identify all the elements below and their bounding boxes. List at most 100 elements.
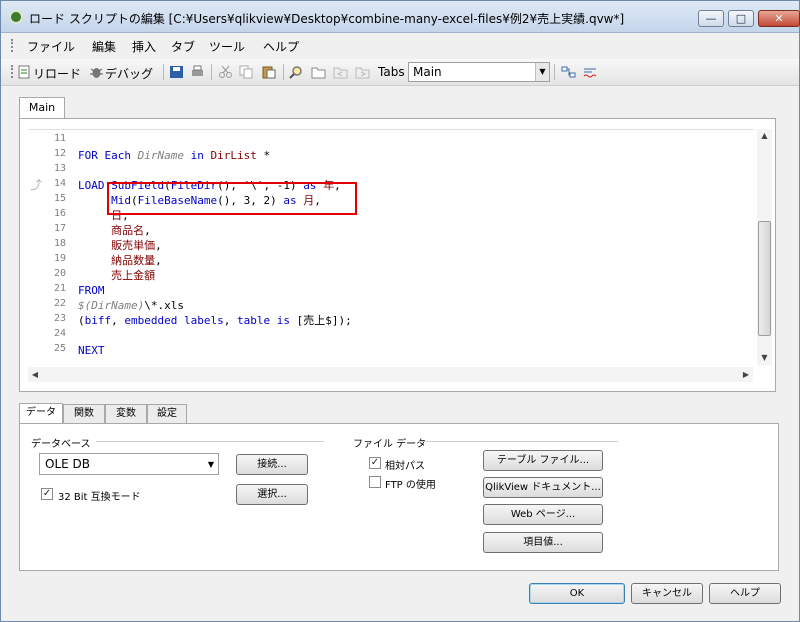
- group-divider: [96, 441, 324, 442]
- tab-variables[interactable]: 変数: [105, 404, 147, 424]
- line-number: 21: [53, 283, 66, 294]
- menu-tools[interactable]: ツール: [209, 38, 245, 55]
- cut-icon[interactable]: [218, 65, 233, 79]
- tabs-dropdown[interactable]: Main ▼: [408, 62, 550, 82]
- connect-button[interactable]: 接続...: [236, 454, 308, 475]
- toolbar-separator: [163, 64, 164, 80]
- line-number-gutter: 11 12 13 14 15 16 17 18 19 20 21 22 23 2…: [28, 130, 72, 366]
- tab-data[interactable]: データ: [19, 403, 63, 425]
- web-page-button[interactable]: Web ページ...: [483, 504, 603, 525]
- qlikview-document-button[interactable]: QlikView ドキュメント...: [483, 477, 603, 498]
- menu-help[interactable]: ヘルプ: [263, 38, 299, 55]
- search-icon[interactable]: [289, 65, 304, 79]
- paste-icon[interactable]: [261, 65, 276, 79]
- database-dropdown-value: OLE DB: [45, 457, 90, 471]
- relative-path-checkbox[interactable]: ✓: [369, 457, 381, 469]
- field-value-button[interactable]: 項目値...: [483, 532, 603, 553]
- code-line[interactable]: (biff, embedded labels, table is [売上$]);: [78, 313, 352, 328]
- line-number: 20: [53, 268, 66, 279]
- highlight-box: [107, 182, 357, 215]
- toolbar-separator: [283, 64, 284, 80]
- bit32-checkbox[interactable]: ✓: [41, 488, 53, 500]
- debug-button[interactable]: デバッグ: [105, 65, 153, 82]
- code-line[interactable]: 売上金額: [78, 268, 155, 283]
- relative-path-label: 相対パス: [385, 461, 425, 472]
- script-editor[interactable]: 11 12 13 14 15 16 17 18 19 20 21 22 23 2…: [28, 129, 753, 365]
- line-number: 17: [53, 223, 66, 234]
- database-group-label: データベース: [31, 439, 91, 450]
- print-icon[interactable]: [190, 65, 205, 79]
- line-number: 16: [53, 208, 66, 219]
- line-number: 13: [53, 163, 66, 174]
- tab-functions[interactable]: 関数: [63, 404, 105, 424]
- file-data-group-label: ファイル データ: [353, 439, 427, 450]
- menu-bar: ファイル 編集 挿入 タブ ツール ヘルプ: [1, 34, 799, 56]
- select-button[interactable]: 選択...: [236, 484, 308, 505]
- code-line[interactable]: $(DirName)\*.xls: [78, 298, 184, 313]
- script-code[interactable]: FOR Each DirName in DirList * LOAD SubFie…: [78, 130, 748, 366]
- code-line[interactable]: 納品数量,: [78, 253, 162, 268]
- ftp-checkbox[interactable]: [369, 476, 381, 488]
- menu-edit[interactable]: 編集: [92, 38, 116, 55]
- scroll-right-icon[interactable]: ▶: [739, 367, 753, 382]
- menu-tab[interactable]: タブ: [171, 38, 195, 55]
- tab-main[interactable]: Main: [19, 97, 65, 119]
- copy-icon[interactable]: [239, 65, 254, 79]
- toolbar-separator: [211, 64, 212, 80]
- database-dropdown[interactable]: OLE DB ▼: [39, 453, 219, 475]
- menu-file[interactable]: ファイル: [27, 38, 75, 55]
- line-number: 19: [53, 253, 66, 264]
- scrollbar-thumb[interactable]: [758, 221, 771, 336]
- script-editor-frame: 11 12 13 14 15 16 17 18 19 20 21 22 23 2…: [19, 118, 776, 392]
- code-line[interactable]: FOR Each DirName in DirList *: [78, 148, 270, 163]
- debug-icon[interactable]: [89, 65, 104, 79]
- menu-insert[interactable]: 挿入: [132, 38, 156, 55]
- qlikview-app-icon: [9, 10, 23, 24]
- horizontal-scrollbar[interactable]: ◀ ▶: [28, 367, 753, 382]
- line-number: 12: [53, 148, 66, 159]
- vertical-scrollbar[interactable]: ▲ ▼: [757, 129, 772, 365]
- code-line[interactable]: 販売単価,: [78, 238, 162, 253]
- minimize-button[interactable]: —: [698, 10, 724, 27]
- code-line[interactable]: NEXT: [78, 343, 105, 358]
- line-number: 18: [53, 238, 66, 249]
- scroll-left-icon[interactable]: ◀: [28, 367, 42, 382]
- help-button[interactable]: ヘルプ: [709, 583, 781, 604]
- line-number: 25: [53, 343, 66, 354]
- reload-icon[interactable]: [17, 65, 32, 79]
- tab-settings[interactable]: 設定: [147, 404, 187, 424]
- close-button[interactable]: ✕: [758, 10, 800, 27]
- group-divider: [418, 441, 618, 442]
- ftp-label: FTP の使用: [385, 480, 436, 491]
- code-line[interactable]: 商品名,: [78, 223, 151, 238]
- maximize-button[interactable]: □: [728, 10, 754, 27]
- open-folder-icon[interactable]: [311, 65, 326, 79]
- line-number: 11: [53, 133, 66, 144]
- syntax-check-icon[interactable]: [583, 65, 598, 79]
- line-number: 22: [53, 298, 66, 309]
- save-icon[interactable]: [169, 65, 184, 79]
- title-bar: ロード スクリプトの編集 [C:¥Users¥qlikview¥Desktop¥…: [1, 1, 800, 33]
- scroll-down-icon[interactable]: ▼: [757, 351, 772, 365]
- tabs-label: Tabs: [378, 65, 405, 79]
- table-viewer-icon[interactable]: [561, 65, 576, 79]
- line-number: 24: [53, 328, 66, 339]
- next-tab-icon[interactable]: [355, 65, 370, 79]
- cancel-button[interactable]: キャンセル: [631, 583, 703, 604]
- toolbar-separator: [554, 64, 555, 80]
- toolbar: リロード デバッグ Tabs Main ▼: [1, 59, 799, 86]
- line-number: 14: [53, 178, 66, 189]
- ok-button[interactable]: OK: [529, 583, 625, 604]
- window-title: ロード スクリプトの編集 [C:¥Users¥qlikview¥Desktop¥…: [29, 12, 625, 26]
- reload-button[interactable]: リロード: [33, 65, 81, 82]
- bookmark-pin-icon[interactable]: ⤴: [30, 176, 44, 192]
- chevron-down-icon[interactable]: ▼: [535, 63, 549, 81]
- previous-tab-icon[interactable]: [333, 65, 348, 79]
- scroll-up-icon[interactable]: ▲: [757, 129, 772, 143]
- table-file-button[interactable]: テーブル ファイル...: [483, 450, 603, 471]
- tabs-dropdown-value: Main: [413, 65, 442, 79]
- toolbar-grip-handle[interactable]: [11, 65, 14, 78]
- menu-grip-handle[interactable]: [11, 39, 14, 52]
- chevron-down-icon[interactable]: ▼: [208, 460, 214, 469]
- code-line[interactable]: FROM: [78, 283, 105, 298]
